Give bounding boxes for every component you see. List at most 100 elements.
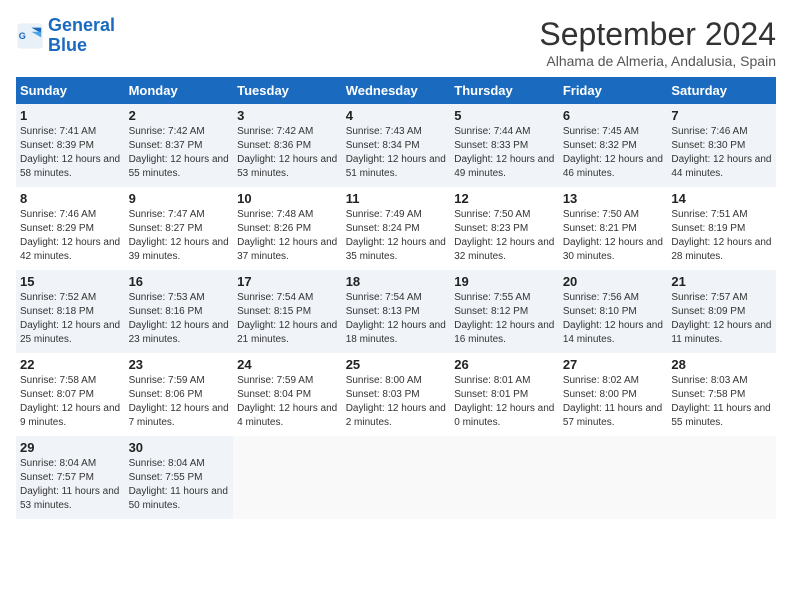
calendar-cell [667, 436, 776, 519]
logo-line2: Blue [48, 35, 87, 55]
day-number: 3 [237, 108, 338, 123]
day-number: 7 [671, 108, 772, 123]
day-info: Sunrise: 7:51 AM Sunset: 8:19 PM Dayligh… [671, 208, 772, 264]
day-number: 4 [346, 108, 447, 123]
calendar-cell: 19 Sunrise: 7:55 AM Sunset: 8:12 PM Dayl… [450, 270, 559, 353]
day-info: Sunrise: 7:56 AM Sunset: 8:10 PM Dayligh… [563, 291, 664, 347]
day-number: 15 [20, 274, 121, 289]
calendar-cell: 29 Sunrise: 8:04 AM Sunset: 7:57 PM Dayl… [16, 436, 125, 519]
day-info: Sunrise: 7:58 AM Sunset: 8:07 PM Dayligh… [20, 374, 121, 430]
calendar-cell: 4 Sunrise: 7:43 AM Sunset: 8:34 PM Dayli… [342, 104, 451, 187]
day-number: 23 [129, 357, 230, 372]
calendar-cell: 15 Sunrise: 7:52 AM Sunset: 8:18 PM Dayl… [16, 270, 125, 353]
calendar-cell: 9 Sunrise: 7:47 AM Sunset: 8:27 PM Dayli… [125, 187, 234, 270]
day-number: 8 [20, 191, 121, 206]
day-number: 18 [346, 274, 447, 289]
day-info: Sunrise: 7:54 AM Sunset: 8:15 PM Dayligh… [237, 291, 338, 347]
day-info: Sunrise: 7:55 AM Sunset: 8:12 PM Dayligh… [454, 291, 555, 347]
day-number: 30 [129, 440, 230, 455]
day-number: 24 [237, 357, 338, 372]
location-subtitle: Alhama de Almeria, Andalusia, Spain [539, 53, 776, 69]
title-block: September 2024 Alhama de Almeria, Andalu… [539, 16, 776, 69]
day-info: Sunrise: 7:54 AM Sunset: 8:13 PM Dayligh… [346, 291, 447, 347]
day-number: 22 [20, 357, 121, 372]
calendar-cell: 30 Sunrise: 8:04 AM Sunset: 7:55 PM Dayl… [125, 436, 234, 519]
calendar-cell [342, 436, 451, 519]
day-info: Sunrise: 7:46 AM Sunset: 8:29 PM Dayligh… [20, 208, 121, 264]
day-info: Sunrise: 7:42 AM Sunset: 8:36 PM Dayligh… [237, 125, 338, 181]
page-header: G General Blue September 2024 Alhama de … [16, 16, 776, 69]
calendar-cell: 28 Sunrise: 8:03 AM Sunset: 7:58 PM Dayl… [667, 353, 776, 436]
day-info: Sunrise: 7:43 AM Sunset: 8:34 PM Dayligh… [346, 125, 447, 181]
day-number: 14 [671, 191, 772, 206]
calendar-week-row: 1 Sunrise: 7:41 AM Sunset: 8:39 PM Dayli… [16, 104, 776, 187]
day-number: 10 [237, 191, 338, 206]
calendar-cell: 7 Sunrise: 7:46 AM Sunset: 8:30 PM Dayli… [667, 104, 776, 187]
calendar-cell: 11 Sunrise: 7:49 AM Sunset: 8:24 PM Dayl… [342, 187, 451, 270]
calendar-cell: 17 Sunrise: 7:54 AM Sunset: 8:15 PM Dayl… [233, 270, 342, 353]
day-info: Sunrise: 7:42 AM Sunset: 8:37 PM Dayligh… [129, 125, 230, 181]
calendar-week-row: 22 Sunrise: 7:58 AM Sunset: 8:07 PM Dayl… [16, 353, 776, 436]
day-info: Sunrise: 7:41 AM Sunset: 8:39 PM Dayligh… [20, 125, 121, 181]
col-thursday: Thursday [450, 77, 559, 104]
calendar-cell: 25 Sunrise: 8:00 AM Sunset: 8:03 PM Dayl… [342, 353, 451, 436]
day-number: 11 [346, 191, 447, 206]
calendar-cell: 22 Sunrise: 7:58 AM Sunset: 8:07 PM Dayl… [16, 353, 125, 436]
day-info: Sunrise: 7:49 AM Sunset: 8:24 PM Dayligh… [346, 208, 447, 264]
calendar-cell: 14 Sunrise: 7:51 AM Sunset: 8:19 PM Dayl… [667, 187, 776, 270]
calendar-cell: 8 Sunrise: 7:46 AM Sunset: 8:29 PM Dayli… [16, 187, 125, 270]
svg-text:G: G [19, 31, 26, 41]
calendar-cell [450, 436, 559, 519]
day-number: 12 [454, 191, 555, 206]
calendar-cell: 1 Sunrise: 7:41 AM Sunset: 8:39 PM Dayli… [16, 104, 125, 187]
day-number: 16 [129, 274, 230, 289]
day-info: Sunrise: 8:01 AM Sunset: 8:01 PM Dayligh… [454, 374, 555, 430]
day-info: Sunrise: 7:59 AM Sunset: 8:04 PM Dayligh… [237, 374, 338, 430]
day-info: Sunrise: 7:50 AM Sunset: 8:23 PM Dayligh… [454, 208, 555, 264]
day-info: Sunrise: 8:03 AM Sunset: 7:58 PM Dayligh… [671, 374, 772, 430]
month-title: September 2024 [539, 16, 776, 53]
day-number: 5 [454, 108, 555, 123]
header-row: Sunday Monday Tuesday Wednesday Thursday… [16, 77, 776, 104]
calendar-week-row: 15 Sunrise: 7:52 AM Sunset: 8:18 PM Dayl… [16, 270, 776, 353]
day-number: 27 [563, 357, 664, 372]
day-info: Sunrise: 7:46 AM Sunset: 8:30 PM Dayligh… [671, 125, 772, 181]
calendar-cell: 5 Sunrise: 7:44 AM Sunset: 8:33 PM Dayli… [450, 104, 559, 187]
day-number: 25 [346, 357, 447, 372]
col-monday: Monday [125, 77, 234, 104]
day-info: Sunrise: 7:47 AM Sunset: 8:27 PM Dayligh… [129, 208, 230, 264]
calendar-cell: 21 Sunrise: 7:57 AM Sunset: 8:09 PM Dayl… [667, 270, 776, 353]
day-info: Sunrise: 7:50 AM Sunset: 8:21 PM Dayligh… [563, 208, 664, 264]
day-number: 26 [454, 357, 555, 372]
day-number: 28 [671, 357, 772, 372]
col-saturday: Saturday [667, 77, 776, 104]
day-info: Sunrise: 7:53 AM Sunset: 8:16 PM Dayligh… [129, 291, 230, 347]
calendar-cell: 26 Sunrise: 8:01 AM Sunset: 8:01 PM Dayl… [450, 353, 559, 436]
day-number: 17 [237, 274, 338, 289]
logo: G General Blue [16, 16, 115, 56]
day-number: 20 [563, 274, 664, 289]
day-info: Sunrise: 7:48 AM Sunset: 8:26 PM Dayligh… [237, 208, 338, 264]
day-number: 19 [454, 274, 555, 289]
col-tuesday: Tuesday [233, 77, 342, 104]
calendar-cell: 2 Sunrise: 7:42 AM Sunset: 8:37 PM Dayli… [125, 104, 234, 187]
calendar-cell: 13 Sunrise: 7:50 AM Sunset: 8:21 PM Dayl… [559, 187, 668, 270]
day-number: 1 [20, 108, 121, 123]
day-info: Sunrise: 8:04 AM Sunset: 7:57 PM Dayligh… [20, 457, 121, 513]
calendar-body: 1 Sunrise: 7:41 AM Sunset: 8:39 PM Dayli… [16, 104, 776, 519]
col-friday: Friday [559, 77, 668, 104]
calendar-week-row: 29 Sunrise: 8:04 AM Sunset: 7:57 PM Dayl… [16, 436, 776, 519]
col-wednesday: Wednesday [342, 77, 451, 104]
day-info: Sunrise: 7:44 AM Sunset: 8:33 PM Dayligh… [454, 125, 555, 181]
calendar-cell [559, 436, 668, 519]
day-info: Sunrise: 8:04 AM Sunset: 7:55 PM Dayligh… [129, 457, 230, 513]
day-info: Sunrise: 8:02 AM Sunset: 8:00 PM Dayligh… [563, 374, 664, 430]
calendar-cell: 12 Sunrise: 7:50 AM Sunset: 8:23 PM Dayl… [450, 187, 559, 270]
day-info: Sunrise: 7:57 AM Sunset: 8:09 PM Dayligh… [671, 291, 772, 347]
calendar-week-row: 8 Sunrise: 7:46 AM Sunset: 8:29 PM Dayli… [16, 187, 776, 270]
calendar-cell: 3 Sunrise: 7:42 AM Sunset: 8:36 PM Dayli… [233, 104, 342, 187]
day-info: Sunrise: 7:59 AM Sunset: 8:06 PM Dayligh… [129, 374, 230, 430]
day-number: 2 [129, 108, 230, 123]
day-number: 29 [20, 440, 121, 455]
logo-icon: G [16, 22, 44, 50]
